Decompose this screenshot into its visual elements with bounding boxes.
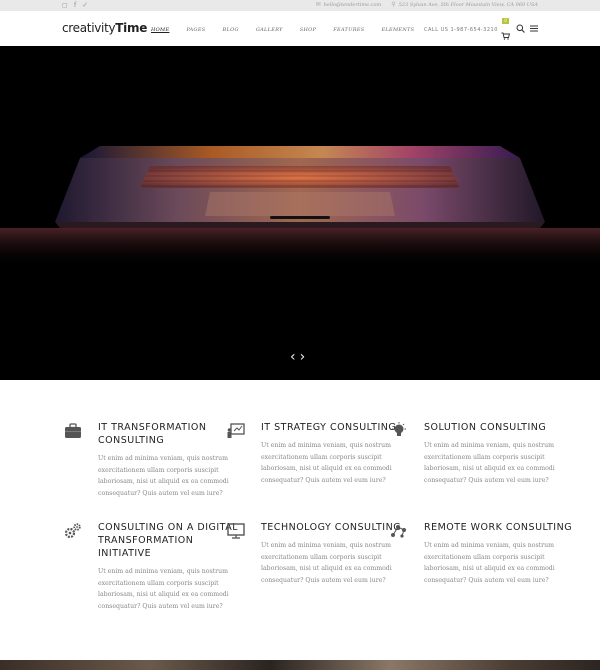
gears-icon (64, 523, 81, 539)
presentation-icon (227, 423, 245, 438)
hero-laptop-image (0, 46, 600, 380)
nav-pages[interactable]: PAGES (186, 27, 205, 33)
nav-features[interactable]: FEATURES (333, 27, 364, 33)
nav-home[interactable]: HOME (151, 27, 169, 33)
instagram-icon[interactable]: ◻ (62, 1, 68, 10)
service-text: Ut enim ad minima veniam, quis nostrum e… (98, 568, 229, 610)
cart-count-badge: 0 (502, 18, 509, 24)
service-text: Ut enim ad minima veniam, quis nostrum e… (98, 455, 229, 497)
service-title: REMOTE WORK CONSULTING (424, 522, 573, 533)
slider-arrows: ‹ › (290, 350, 305, 364)
contact-info: ✉ hello@tendertime.com ⚲ 523 Sylvan Ave,… (316, 1, 538, 8)
hamburger-menu-icon[interactable] (530, 25, 538, 32)
site-logo[interactable]: creativityTime (62, 21, 147, 35)
logo-text-light: creativity (62, 21, 116, 35)
nav-blog[interactable]: BLOG (223, 27, 239, 33)
logo-text-bold: Time (115, 21, 148, 35)
mail-icon: ✉ (315, 1, 321, 8)
site-header: creativityTime HOME PAGES BLOG GALLERY S… (0, 11, 600, 46)
cart-icon (501, 32, 511, 40)
network-icon (391, 525, 406, 538)
main-nav: HOME PAGES BLOG GALLERY SHOP FEATURES EL… (151, 27, 431, 33)
email-link[interactable]: hello@tendertime.com (324, 2, 382, 8)
service-text: Ut enim ad minima veniam, quis nostrum e… (424, 442, 555, 484)
hero-slider: ‹ › (0, 46, 600, 380)
service-text: Ut enim ad minima veniam, quis nostrum e… (424, 542, 555, 584)
top-info-bar: ◻ f ✓ ✉ hello@tendertime.com ⚲ 523 Sylva… (0, 0, 600, 11)
location-pin-icon: ⚲ (391, 1, 396, 8)
social-links: ◻ f ✓ (62, 1, 88, 10)
nav-gallery[interactable]: GALLERY (256, 27, 283, 33)
twitter-icon[interactable]: ✓ (82, 1, 88, 10)
facebook-icon[interactable]: f (74, 1, 76, 10)
monitor-icon (227, 523, 245, 539)
slider-prev-icon[interactable]: ‹ (290, 350, 296, 364)
service-text: Ut enim ad minima veniam, quis nostrum e… (261, 442, 392, 484)
service-title: SOLUTION CONSULTING (424, 422, 547, 433)
nav-shop[interactable]: SHOP (300, 27, 316, 33)
cart-button[interactable]: 0 (501, 18, 511, 40)
service-item: REMOTE WORK CONSULTING Ut enim ad minima… (391, 521, 574, 586)
service-text: Ut enim ad minima veniam, quis nostrum e… (261, 542, 392, 584)
next-section-image-edge (0, 660, 600, 670)
slider-next-icon[interactable]: › (300, 350, 306, 364)
service-item: SOLUTION CONSULTING Ut enim ad minima ve… (392, 421, 574, 486)
address-text: 523 Sylvan Ave, 5th Floor Mountain View,… (398, 1, 538, 8)
briefcase-icon (65, 423, 81, 438)
call-us-phone[interactable]: CALL US 1-987-654-3210 (424, 27, 498, 33)
lightbulb-icon (392, 422, 406, 436)
search-icon[interactable] (516, 24, 525, 33)
nav-elements[interactable]: ELEMENTS (381, 27, 414, 33)
